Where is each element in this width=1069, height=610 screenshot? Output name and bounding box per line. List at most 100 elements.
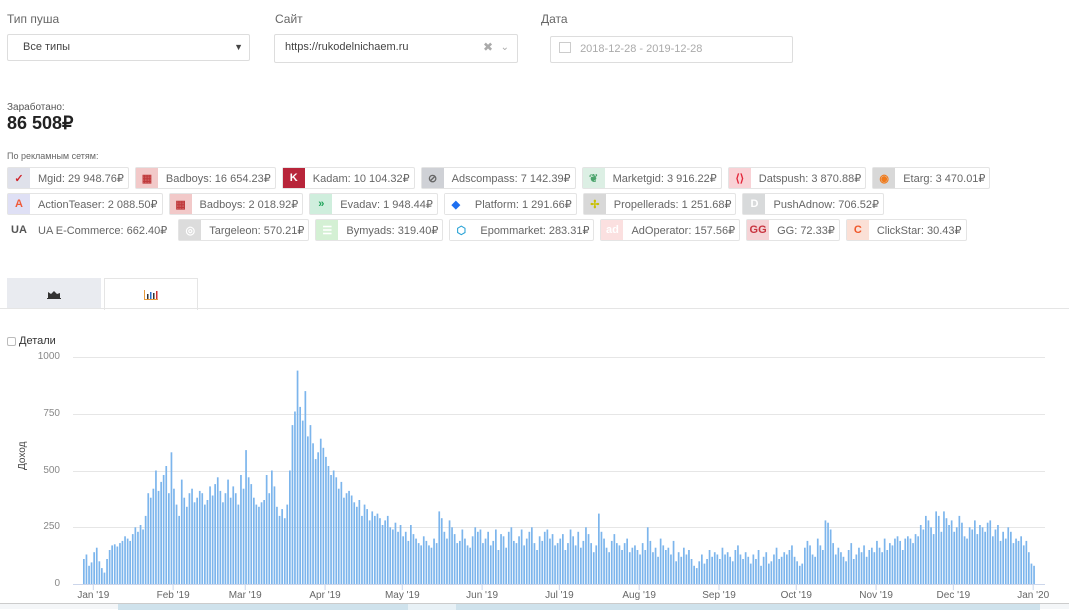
revenue-bar[interactable] xyxy=(945,518,948,584)
revenue-bar[interactable] xyxy=(350,495,353,585)
revenue-bar[interactable] xyxy=(852,559,855,584)
revenue-bar[interactable] xyxy=(889,543,891,584)
revenue-bar[interactable] xyxy=(193,502,196,584)
revenue-bar[interactable] xyxy=(587,534,590,584)
revenue-bar[interactable] xyxy=(307,436,309,584)
revenue-bar[interactable] xyxy=(471,536,474,584)
revenue-bar[interactable] xyxy=(175,504,178,584)
revenue-bar[interactable] xyxy=(595,545,598,584)
revenue-bar[interactable] xyxy=(407,540,410,584)
revenue-bar[interactable] xyxy=(567,543,569,584)
revenue-bar[interactable] xyxy=(801,563,804,584)
revenue-bar[interactable] xyxy=(716,554,719,585)
revenue-bar[interactable] xyxy=(1028,552,1030,584)
revenue-bar[interactable] xyxy=(569,529,572,585)
revenue-bar[interactable] xyxy=(335,477,338,584)
revenue-bar[interactable] xyxy=(935,511,937,584)
revenue-bar[interactable] xyxy=(358,500,361,584)
revenue-bar[interactable] xyxy=(688,550,690,584)
revenue-bar[interactable] xyxy=(353,502,356,584)
revenue-bar[interactable] xyxy=(397,531,399,584)
navigator-range[interactable] xyxy=(118,604,1040,610)
revenue-bar[interactable] xyxy=(863,545,865,584)
revenue-bar[interactable] xyxy=(425,540,428,584)
revenue-bar[interactable] xyxy=(974,520,976,584)
revenue-bar[interactable] xyxy=(137,531,139,584)
revenue-bar[interactable] xyxy=(1002,531,1004,584)
revenue-bar[interactable] xyxy=(562,534,564,584)
revenue-bar[interactable] xyxy=(706,559,708,584)
revenue-bar[interactable] xyxy=(147,493,150,584)
revenue-bar[interactable] xyxy=(634,545,636,584)
revenue-bar[interactable] xyxy=(608,552,610,584)
revenue-bar[interactable] xyxy=(361,515,363,584)
revenue-bar[interactable] xyxy=(381,525,384,584)
revenue-bar[interactable] xyxy=(162,475,165,584)
revenue-bar[interactable] xyxy=(768,563,770,584)
revenue-bar[interactable] xyxy=(749,563,752,584)
revenue-bar[interactable] xyxy=(883,538,886,584)
revenue-bar[interactable] xyxy=(420,545,422,584)
revenue-bar[interactable] xyxy=(909,538,912,584)
revenue-bar[interactable] xyxy=(538,536,541,584)
revenue-bar[interactable] xyxy=(95,547,98,584)
revenue-bar[interactable] xyxy=(703,563,706,584)
revenue-bar[interactable] xyxy=(271,470,273,585)
revenue-bar[interactable] xyxy=(881,552,883,584)
revenue-bar[interactable] xyxy=(891,545,894,584)
revenue-bar[interactable] xyxy=(453,534,456,584)
revenue-bar[interactable] xyxy=(281,509,283,584)
revenue-bar[interactable] xyxy=(90,562,93,584)
revenue-bar[interactable] xyxy=(394,522,397,584)
revenue-bar[interactable] xyxy=(680,556,683,584)
revenue-bar[interactable] xyxy=(93,552,95,584)
revenue-bar[interactable] xyxy=(786,554,788,585)
revenue-bar[interactable] xyxy=(304,391,307,584)
revenue-bar[interactable] xyxy=(886,550,889,584)
revenue-bar[interactable] xyxy=(556,543,559,584)
revenue-bar[interactable] xyxy=(98,561,101,584)
revenue-bar[interactable] xyxy=(1004,538,1007,584)
revenue-bar[interactable] xyxy=(814,556,816,584)
revenue-bar[interactable] xyxy=(876,540,878,584)
revenue-bar[interactable] xyxy=(209,486,211,584)
revenue-bar[interactable] xyxy=(598,513,600,584)
revenue-bar[interactable] xyxy=(258,506,260,584)
revenue-bar[interactable] xyxy=(299,406,301,584)
revenue-bar[interactable] xyxy=(322,447,325,584)
revenue-bar[interactable] xyxy=(840,552,842,584)
revenue-bar[interactable] xyxy=(665,550,667,584)
revenue-bar[interactable] xyxy=(989,520,992,584)
revenue-bar[interactable] xyxy=(618,545,621,584)
revenue-bar[interactable] xyxy=(232,486,235,584)
revenue-bar[interactable] xyxy=(755,559,757,584)
revenue-bar[interactable] xyxy=(894,538,896,584)
revenue-bar[interactable] xyxy=(628,552,631,584)
revenue-bar[interactable] xyxy=(170,452,173,584)
navigator-handle[interactable] xyxy=(408,604,456,610)
revenue-bar[interactable] xyxy=(356,506,358,584)
revenue-bar[interactable] xyxy=(994,529,997,585)
revenue-bar[interactable] xyxy=(371,511,374,584)
revenue-bar[interactable] xyxy=(731,561,734,584)
revenue-bar[interactable] xyxy=(404,531,407,584)
revenue-bar[interactable] xyxy=(574,545,577,584)
revenue-bar[interactable] xyxy=(121,540,124,584)
revenue-bar[interactable] xyxy=(644,550,647,584)
revenue-bar[interactable] xyxy=(791,545,793,584)
revenue-bar[interactable] xyxy=(762,556,765,584)
revenue-bar[interactable] xyxy=(309,425,312,584)
revenue-bar[interactable] xyxy=(201,493,204,584)
revenue-bar[interactable] xyxy=(139,525,142,584)
revenue-bar[interactable] xyxy=(958,515,961,584)
revenue-bar[interactable] xyxy=(273,486,276,584)
revenue-bar[interactable] xyxy=(654,547,657,584)
revenue-bar[interactable] xyxy=(943,511,945,584)
revenue-bar[interactable] xyxy=(639,554,641,585)
revenue-bar[interactable] xyxy=(976,534,979,584)
revenue-bar[interactable] xyxy=(811,554,814,585)
revenue-bar[interactable] xyxy=(793,556,796,584)
revenue-bar[interactable] xyxy=(188,493,191,584)
revenue-bar[interactable] xyxy=(276,506,278,584)
revenue-bar[interactable] xyxy=(646,527,649,585)
